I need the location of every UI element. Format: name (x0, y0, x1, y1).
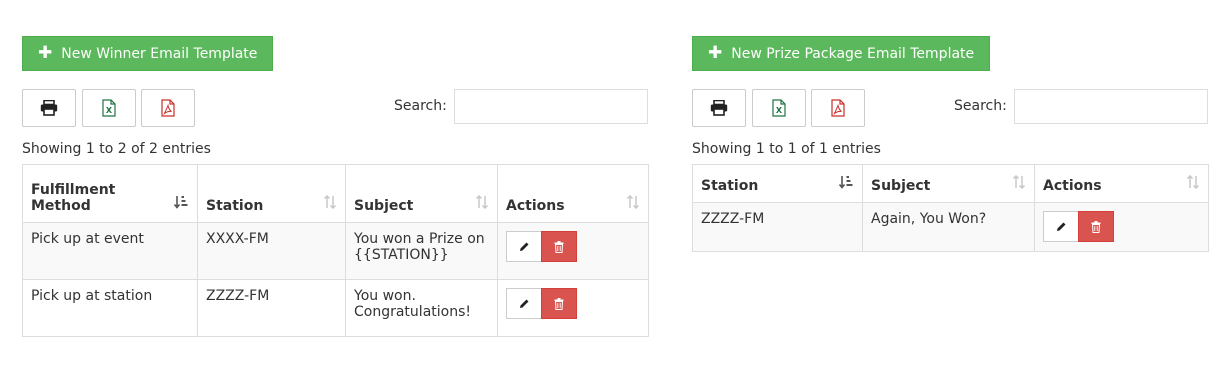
subject-cell: Again, You Won? (862, 202, 1035, 252)
column-header-label: Subject (354, 198, 414, 214)
station-cell: XXXX-FM (197, 222, 346, 280)
prize-package-email-templates-table: Station Subject Actions ZZZZ-FM Again, Y… (692, 164, 1209, 252)
sort-desc-icon (838, 175, 854, 193)
plus-icon: ✚ (38, 43, 53, 63)
column-header-label: Actions (1043, 178, 1102, 194)
station-cell: ZZZZ-FM (197, 279, 346, 337)
pdf-icon (161, 99, 175, 117)
edit-button[interactable] (1043, 211, 1079, 242)
table-row: Pick up at station ZZZZ-FM You won. Cong… (22, 279, 649, 337)
pencil-icon (519, 299, 528, 308)
pencil-icon (1056, 222, 1065, 231)
pdf-export-button[interactable] (141, 89, 195, 127)
winner-email-templates-table: Fulfillment Method Station Subject Actio… (22, 164, 649, 337)
sort-desc-icon (173, 195, 189, 213)
print-button[interactable] (22, 89, 76, 127)
excel-export-button[interactable]: X (752, 89, 806, 127)
pencil-icon (519, 242, 528, 251)
column-header-label: Fulfillment Method (31, 182, 116, 214)
column-header-subject[interactable]: Subject (345, 164, 498, 223)
sort-icon (626, 194, 640, 213)
trash-icon (554, 297, 564, 310)
new-winner-email-template-button[interactable]: ✚ New Winner Email Template (22, 36, 274, 71)
sort-icon (475, 194, 489, 213)
column-header-station[interactable]: Station (692, 164, 863, 203)
column-header-actions[interactable]: Actions (497, 164, 649, 223)
column-header-station[interactable]: Station (197, 164, 346, 223)
excel-icon: X (102, 99, 116, 117)
table-info: Showing 1 to 2 of 2 entries (22, 141, 211, 157)
fulfillment-method-cell: Pick up at station (22, 279, 198, 337)
sort-icon (1186, 174, 1200, 193)
excel-export-button[interactable]: X (82, 89, 136, 127)
prize-package-email-templates-panel: ✚ New Prize Package Email Template X Sea… (692, 36, 1209, 252)
print-button[interactable] (692, 89, 746, 127)
print-icon (40, 100, 58, 116)
trash-icon (554, 240, 564, 253)
column-header-label: Station (701, 178, 759, 194)
column-header-label: Subject (871, 178, 931, 194)
subject-cell: You won a Prize on {{STATION}} (345, 222, 498, 280)
pdf-export-button[interactable] (811, 89, 865, 127)
export-toolbar: X Search: (22, 89, 648, 127)
delete-button[interactable] (541, 231, 577, 262)
actions-cell (497, 279, 649, 337)
export-toolbar: X Search: (692, 89, 1208, 127)
column-header-subject[interactable]: Subject (862, 164, 1035, 203)
winner-email-templates-panel: ✚ New Winner Email Template X Search: Sh… (22, 36, 649, 337)
table-row: Pick up at event XXXX-FM You won a Prize… (22, 222, 649, 280)
trash-icon (1091, 220, 1101, 233)
svg-text:X: X (776, 106, 783, 115)
delete-button[interactable] (541, 288, 577, 319)
delete-button[interactable] (1078, 211, 1114, 242)
plus-icon: ✚ (708, 43, 723, 63)
edit-button[interactable] (506, 231, 542, 262)
search-label: Search: (394, 98, 447, 114)
sort-icon (323, 194, 337, 213)
fulfillment-method-cell: Pick up at event (22, 222, 198, 280)
new-winner-email-template-label: New Winner Email Template (61, 45, 258, 62)
svg-text:X: X (106, 106, 113, 115)
station-cell: ZZZZ-FM (692, 202, 863, 252)
excel-icon: X (772, 99, 786, 117)
new-prize-package-email-template-button[interactable]: ✚ New Prize Package Email Template (692, 36, 991, 71)
column-header-fulfillment-method[interactable]: Fulfillment Method (22, 164, 198, 223)
column-header-actions[interactable]: Actions (1034, 164, 1209, 203)
pdf-icon (831, 99, 845, 117)
actions-cell (1034, 202, 1209, 252)
table-info: Showing 1 to 1 of 1 entries (692, 141, 881, 157)
print-icon (710, 100, 728, 116)
sort-icon (1012, 174, 1026, 193)
new-prize-package-email-template-label: New Prize Package Email Template (731, 45, 975, 62)
search-input[interactable] (454, 89, 648, 124)
search-label: Search: (954, 98, 1007, 114)
search-input[interactable] (1014, 89, 1208, 124)
actions-cell (497, 222, 649, 280)
column-header-label: Station (206, 198, 264, 214)
subject-cell: You won. Congratulations! (345, 279, 498, 337)
column-header-label: Actions (506, 198, 565, 214)
edit-button[interactable] (506, 288, 542, 319)
table-row: ZZZZ-FM Again, You Won? (692, 202, 1209, 252)
